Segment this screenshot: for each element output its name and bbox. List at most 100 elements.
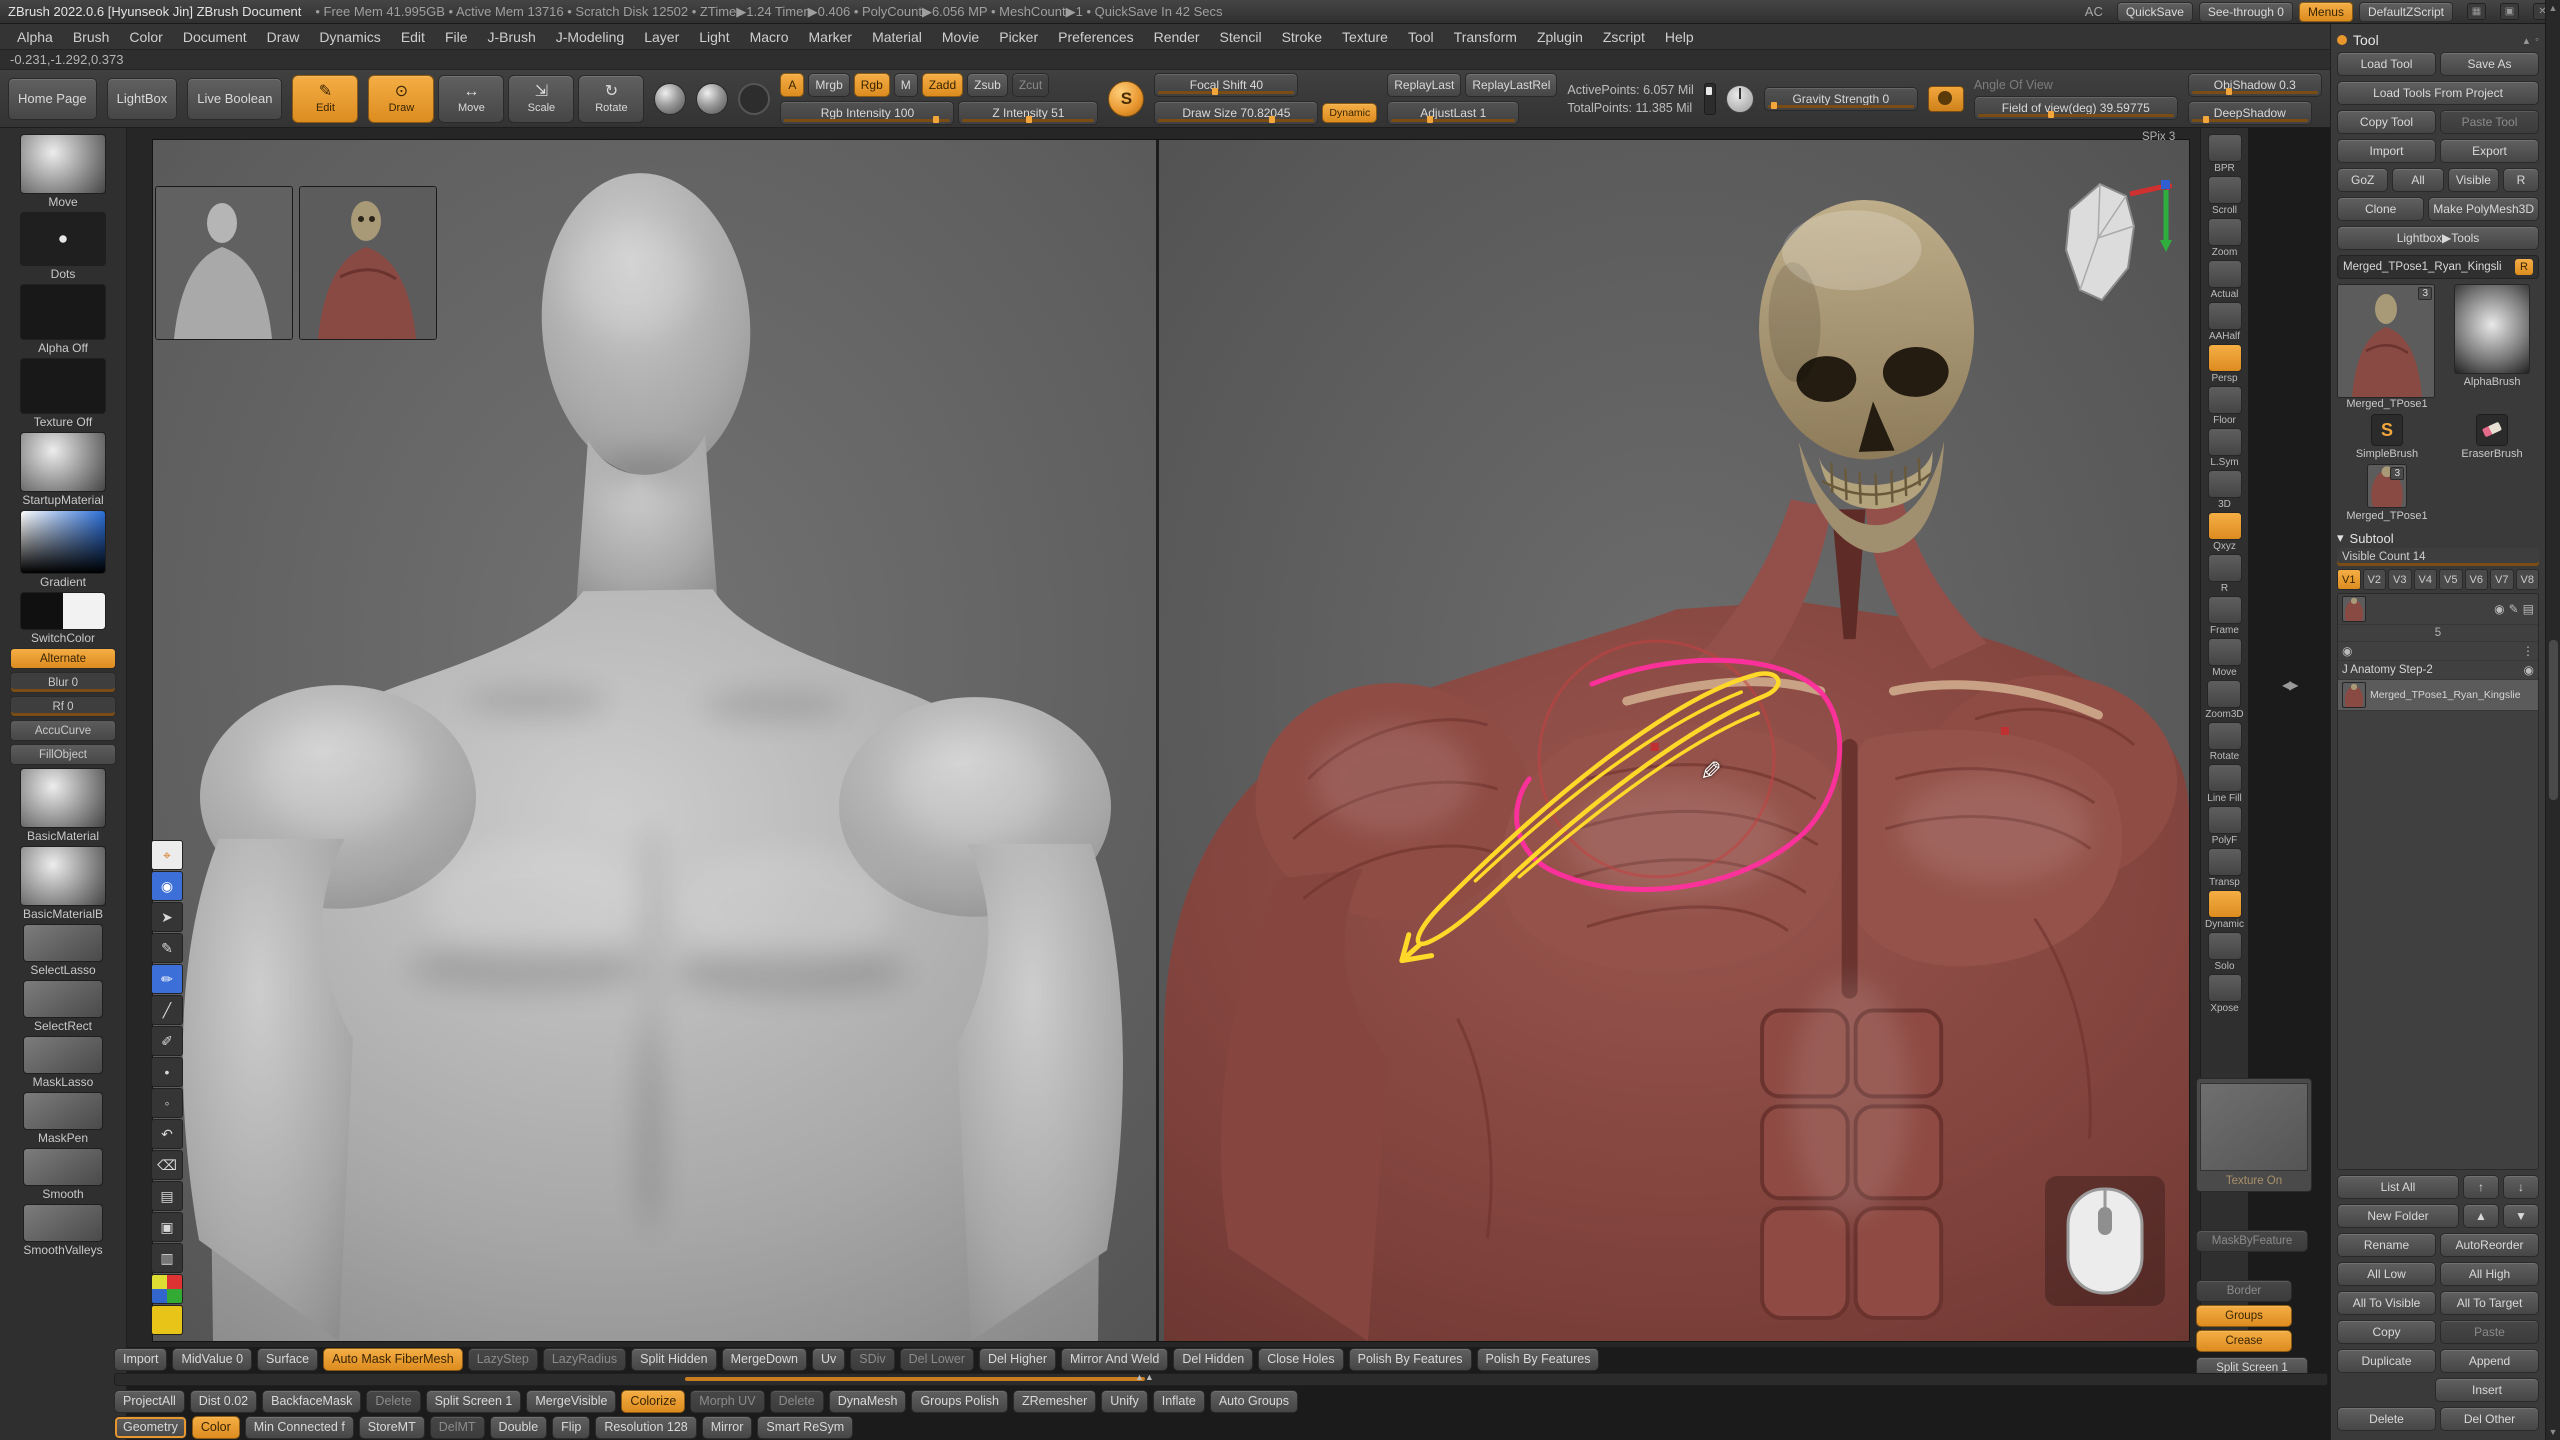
bottom-button[interactable]: Polish By Features bbox=[1349, 1348, 1472, 1371]
points-vslider[interactable] bbox=[1704, 83, 1716, 115]
folder-up-button[interactable]: ▲ bbox=[2463, 1204, 2499, 1228]
shelf-button[interactable]: R bbox=[2208, 554, 2242, 594]
scroll-down-icon[interactable]: ▼ bbox=[2549, 1427, 2558, 1437]
tray-item[interactable]: SelectRect bbox=[7, 980, 119, 1033]
bottom-button[interactable]: Resolution 128 bbox=[595, 1416, 696, 1439]
bottom-button[interactable]: DynaMesh bbox=[829, 1390, 907, 1413]
tray-item[interactable]: BasicMaterialB bbox=[7, 846, 119, 921]
tray-item[interactable]: StartupMaterial bbox=[7, 432, 119, 507]
shelf-button[interactable]: L.Sym bbox=[2208, 428, 2242, 468]
color-ring-icon[interactable] bbox=[738, 83, 770, 115]
shelf-button[interactable]: Move bbox=[2208, 638, 2242, 678]
tray-item[interactable]: Dots bbox=[7, 212, 119, 281]
menu-item[interactable]: Draw bbox=[258, 27, 309, 47]
lightbox-button[interactable]: LightBox bbox=[107, 78, 178, 120]
menu-item[interactable]: J-Brush bbox=[479, 27, 545, 47]
menu-item[interactable]: Dynamics bbox=[310, 27, 389, 47]
subtool-folder-row[interactable]: J Anatomy Step-2 ◉ bbox=[2338, 661, 2538, 680]
bottom-button[interactable]: Unify bbox=[1101, 1390, 1147, 1413]
bottom-button[interactable]: Mirror bbox=[702, 1416, 753, 1439]
clipboard-icon[interactable]: ▥ bbox=[151, 1243, 183, 1273]
expand-arrows-icon[interactable]: ▲▲ bbox=[1135, 1372, 1155, 1382]
tray-item[interactable]: Alpha Off bbox=[7, 284, 119, 355]
panel-divider-arrows[interactable]: ◀▶ bbox=[2282, 678, 2296, 692]
circle-icon[interactable]: ◦ bbox=[151, 1088, 183, 1118]
bottom-button[interactable]: Auto Mask FiberMesh bbox=[323, 1348, 463, 1371]
menu-item[interactable]: Help bbox=[1656, 27, 1703, 47]
thumbnail-anatomy-figure[interactable] bbox=[299, 186, 437, 340]
edit-button[interactable]: ✎Edit bbox=[292, 75, 358, 123]
zadd-button[interactable]: Zadd bbox=[922, 73, 963, 97]
menu-item[interactable]: Transform bbox=[1445, 27, 1526, 47]
home-page-button[interactable]: Home Page bbox=[8, 78, 97, 120]
menu-item[interactable]: Document bbox=[174, 27, 256, 47]
bottom-button[interactable]: Geometry bbox=[114, 1416, 187, 1439]
pin-icon[interactable]: ▴ bbox=[2524, 34, 2530, 47]
shelf-button[interactable]: Qxyz bbox=[2208, 512, 2242, 552]
bottom-button[interactable]: Del Lower bbox=[900, 1348, 974, 1371]
shelf-button[interactable]: Transp bbox=[2208, 848, 2242, 888]
tray-item[interactable]: MaskLasso bbox=[7, 1036, 119, 1089]
autoreorder-button[interactable]: AutoReorder bbox=[2440, 1233, 2539, 1257]
z-intensity-slider[interactable]: Z Intensity 51 bbox=[958, 101, 1098, 125]
bottom-button[interactable]: MidValue 0 bbox=[172, 1348, 252, 1371]
anatomy-view[interactable] bbox=[1159, 140, 2189, 1341]
titlebar-button[interactable]: DefaultZScript bbox=[2359, 2, 2453, 22]
bottom-button[interactable]: LazyStep bbox=[468, 1348, 538, 1371]
material-sphere-icon[interactable] bbox=[654, 83, 686, 115]
bottom-button[interactable]: Polish By Features bbox=[1477, 1348, 1600, 1371]
subtool-view-tab[interactable]: V8 bbox=[2516, 569, 2540, 590]
draw-size-slider[interactable]: Draw Size 70.82045 bbox=[1154, 101, 1318, 125]
titlebar-button[interactable]: See-through 0 bbox=[2199, 2, 2293, 22]
subtool-view-tab[interactable]: V2 bbox=[2363, 569, 2387, 590]
bottom-button[interactable]: Colorize bbox=[621, 1390, 685, 1413]
menu-item[interactable]: Render bbox=[1145, 27, 1209, 47]
eye-icon[interactable]: ◉ bbox=[151, 871, 183, 901]
bottom-button[interactable]: Color bbox=[192, 1416, 240, 1439]
collapse-icon[interactable]: ▾ bbox=[2337, 530, 2344, 546]
bottom-button[interactable]: Del Higher bbox=[979, 1348, 1056, 1371]
del-other-button[interactable]: Del Other bbox=[2440, 1407, 2539, 1431]
stroke-icon[interactable]: S bbox=[1108, 81, 1144, 117]
rgb-swatch-icon[interactable]: ▦ bbox=[151, 1274, 183, 1304]
mask-by-feature-button[interactable]: MaskByFeature bbox=[2196, 1230, 2308, 1252]
bottom-button[interactable]: DelMT bbox=[430, 1416, 485, 1439]
focal-shift-slider[interactable]: Focal Shift 40 bbox=[1154, 73, 1298, 97]
tray-item[interactable]: Gradient bbox=[7, 510, 119, 589]
eraser-brush-icon[interactable] bbox=[2476, 414, 2508, 446]
tray-item[interactable]: AccuCurve bbox=[7, 720, 119, 741]
menu-item[interactable]: Zscript bbox=[1594, 27, 1654, 47]
paste-tool-button[interactable]: Paste Tool bbox=[2440, 110, 2539, 134]
copy-tool-button[interactable]: Copy Tool bbox=[2337, 110, 2436, 134]
tray-item[interactable]: Smooth bbox=[7, 1148, 119, 1201]
menu-item[interactable]: Movie bbox=[933, 27, 988, 47]
bottom-button[interactable]: Flip bbox=[552, 1416, 590, 1439]
shelf-button[interactable]: Line Fill bbox=[2207, 764, 2241, 804]
material-sphere2-icon[interactable] bbox=[696, 83, 728, 115]
menu-item[interactable]: Macro bbox=[741, 27, 798, 47]
folder-icon[interactable]: ▤ bbox=[2523, 602, 2534, 616]
tray-item[interactable]: SelectLasso bbox=[7, 924, 119, 977]
brush-icon[interactable]: ✎ bbox=[2509, 602, 2519, 616]
fov-slider[interactable]: Field of view(deg) 39.59775 bbox=[1974, 96, 2178, 120]
shelf-button[interactable]: Actual bbox=[2208, 260, 2242, 300]
menu-item[interactable]: Light bbox=[690, 27, 738, 47]
subtool-view-tab[interactable]: V7 bbox=[2490, 569, 2514, 590]
camera-orientation-gizmo[interactable] bbox=[2042, 168, 2172, 323]
tool-name-bar[interactable]: Merged_TPose1_Ryan_Kingsli R bbox=[2337, 255, 2539, 279]
pencil-icon[interactable]: ✏ bbox=[151, 964, 183, 994]
tray-item[interactable]: Texture Off bbox=[7, 358, 119, 429]
thumbnail-gray-figure[interactable] bbox=[155, 186, 293, 340]
recent-tool-thumbnail[interactable]: 3 bbox=[2367, 464, 2407, 508]
bottom-button[interactable]: Auto Groups bbox=[1210, 1390, 1298, 1413]
delete-button[interactable]: Delete bbox=[2337, 1407, 2436, 1431]
titlebar-button[interactable]: Menus bbox=[2299, 2, 2353, 22]
bottom-button[interactable]: LazyRadius bbox=[543, 1348, 626, 1371]
draw-button[interactable]: ⊙Draw bbox=[368, 75, 434, 123]
move-up-button[interactable]: ↑ bbox=[2463, 1175, 2499, 1199]
bottom-button[interactable]: Inflate bbox=[1153, 1390, 1205, 1413]
eye-icon[interactable]: ◉ bbox=[2342, 644, 2352, 658]
bottom-button[interactable]: ProjectAll bbox=[114, 1390, 185, 1413]
bottom-button[interactable]: Uv bbox=[812, 1348, 845, 1371]
pen-icon[interactable]: ✎ bbox=[151, 933, 183, 963]
